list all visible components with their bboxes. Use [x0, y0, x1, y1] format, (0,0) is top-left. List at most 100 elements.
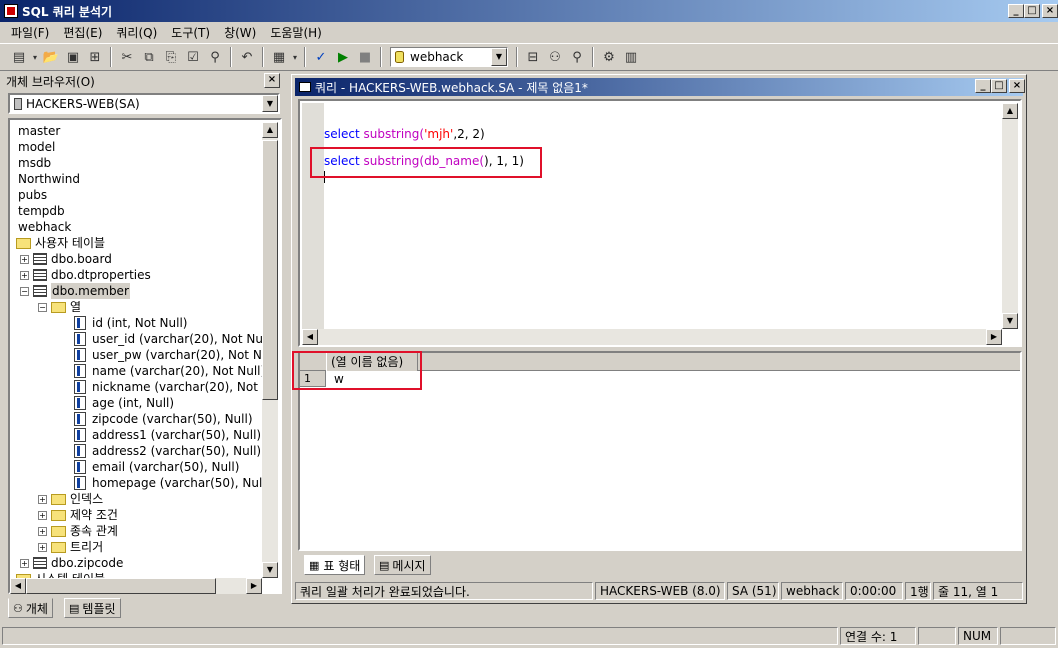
expand-icon[interactable]: + [20, 270, 29, 280]
tree-db-northwind[interactable]: Northwind [18, 171, 80, 187]
expand-icon[interactable]: + [20, 254, 29, 264]
save-icon[interactable]: ▣ [62, 46, 84, 68]
scroll-right-icon[interactable]: ▶ [986, 329, 1002, 345]
results-dropdown-icon[interactable]: ▾ [290, 46, 300, 68]
tree-column-item[interactable]: email (varchar(50), Null) [74, 459, 239, 475]
tree-vertical-scrollbar[interactable]: ▲ ▼ [262, 122, 278, 578]
tree-column-item[interactable]: user_pw (varchar(20), Not Nu [74, 347, 269, 363]
window-controls: _ □ × [1008, 4, 1058, 18]
editor-vertical-scrollbar[interactable]: ▲ ▼ [1002, 103, 1018, 329]
tree-table-zipcode[interactable]: + dbo.zipcode [20, 555, 123, 571]
scroll-thumb[interactable] [262, 140, 278, 400]
clear-window-icon[interactable]: ☑ [182, 46, 204, 68]
maximize-button[interactable]: □ [991, 79, 1007, 93]
paste-icon[interactable]: ⎘ [160, 46, 182, 68]
new-query-icon[interactable]: ▤ [8, 46, 30, 68]
tree-label: dbo.zipcode [51, 556, 124, 570]
database-select[interactable]: webhack ▼ [390, 47, 508, 67]
object-search-icon[interactable]: ⚲ [566, 46, 588, 68]
stop-icon[interactable]: ■ [354, 46, 376, 68]
tree-label: name (varchar(20), Not Null) [92, 364, 266, 378]
expand-icon[interactable]: + [38, 526, 47, 536]
tree-db-pubs[interactable]: pubs [18, 187, 47, 203]
table-icon [33, 269, 47, 281]
expand-icon[interactable]: + [38, 510, 47, 520]
tab-objects[interactable]: ⚇ 개체 [8, 598, 53, 618]
object-browser-icon[interactable]: ⚇ [544, 46, 566, 68]
scroll-left-icon[interactable]: ◀ [302, 329, 318, 345]
status-time: 0:00:00 [845, 582, 903, 600]
menu-file[interactable]: 파일(F) [4, 24, 56, 41]
tree-column-item[interactable]: homepage (varchar(50), Null) [74, 475, 270, 491]
tree-db-webhack[interactable]: webhack [18, 219, 71, 235]
tree-columns-folder[interactable]: − 열 [38, 299, 81, 315]
execute-icon[interactable]: ▶ [332, 46, 354, 68]
expand-icon[interactable]: + [38, 494, 47, 504]
tree-table-dtproperties[interactable]: + dbo.dtproperties [20, 267, 151, 283]
menu-edit[interactable]: 편집(E) [56, 24, 109, 41]
parse-icon[interactable]: ✓ [310, 46, 332, 68]
close-icon[interactable]: × [264, 73, 280, 88]
close-button[interactable]: × [1042, 4, 1058, 18]
collapse-icon[interactable]: − [20, 286, 29, 296]
tree-db-msdb[interactable]: msdb [18, 155, 51, 171]
cut-icon[interactable]: ✂ [116, 46, 138, 68]
insert-template-icon[interactable]: ⊞ [84, 46, 106, 68]
tree-triggers-folder[interactable]: + 트리거 [38, 539, 103, 555]
tree-db-master[interactable]: master [18, 123, 60, 139]
scroll-right-icon[interactable]: ▶ [246, 578, 262, 594]
options-icon[interactable]: ⚙ [598, 46, 620, 68]
tree-horizontal-scrollbar[interactable]: ◀ ▶ [10, 578, 262, 594]
results-mode-icon[interactable]: ▦ [268, 46, 290, 68]
minimize-button[interactable]: _ [1008, 4, 1024, 18]
tree-column-item[interactable]: name (varchar(20), Not Null) [74, 363, 265, 379]
close-button[interactable]: × [1009, 79, 1025, 93]
open-icon[interactable]: 📂 [40, 46, 62, 68]
tree-column-item[interactable]: age (int, Null) [74, 395, 174, 411]
scroll-up-icon[interactable]: ▲ [262, 122, 278, 138]
sql-editor[interactable]: select substring('mjh',2, 2) select subs… [298, 99, 1022, 347]
tree-db-model[interactable]: model [18, 139, 55, 155]
tab-messages[interactable]: ▤ 메시지 [374, 555, 431, 575]
tree-table-board[interactable]: + dbo.board [20, 251, 112, 267]
expand-icon[interactable]: + [38, 542, 47, 552]
tab-grid[interactable]: ▦ 표 형태 [304, 555, 366, 575]
expand-icon[interactable]: + [20, 558, 29, 568]
minimize-button[interactable]: _ [975, 79, 991, 93]
tree-indexes-folder[interactable]: + 인덱스 [38, 491, 103, 507]
tree-db-tempdb[interactable]: tempdb [18, 203, 65, 219]
tree-dependencies-folder[interactable]: + 종속 관계 [38, 523, 118, 539]
new-dropdown-icon[interactable]: ▾ [30, 46, 40, 68]
tab-templates[interactable]: ▤ 템플릿 [64, 598, 121, 618]
copy-icon[interactable]: ⧉ [138, 46, 160, 68]
tree-column-item[interactable]: user_id (varchar(20), Not Null [74, 331, 270, 347]
server-select[interactable]: HACKERS-WEB(SA) ▼ [8, 93, 280, 114]
menu-help[interactable]: 도움말(H) [263, 24, 329, 41]
scroll-down-icon[interactable]: ▼ [1002, 313, 1018, 329]
undo-icon[interactable]: ↶ [236, 46, 258, 68]
tree-column-item[interactable]: nickname (varchar(20), Not N [74, 379, 271, 395]
tree-column-item[interactable]: zipcode (varchar(50), Null) [74, 411, 253, 427]
editor-horizontal-scrollbar[interactable]: ◀ ▶ [302, 329, 1002, 345]
tree-column-item[interactable]: id (int, Not Null) [74, 315, 188, 331]
tree-column-item[interactable]: address1 (varchar(50), Null) [74, 427, 261, 443]
show-plan-icon[interactable]: ⊟ [522, 46, 544, 68]
chevron-down-icon[interactable]: ▼ [262, 95, 278, 112]
tree-constraints-folder[interactable]: + 제약 조건 [38, 507, 118, 523]
menu-window[interactable]: 창(W) [217, 24, 263, 41]
scroll-up-icon[interactable]: ▲ [1002, 103, 1018, 119]
collapse-icon[interactable]: − [38, 302, 47, 312]
tree-column-item[interactable]: address2 (varchar(50), Null) [74, 443, 261, 459]
menu-tools[interactable]: 도구(T) [164, 24, 217, 41]
chevron-down-icon[interactable]: ▼ [491, 48, 507, 66]
tree-user-tables[interactable]: 사용자 테이블 [16, 235, 105, 251]
menu-query[interactable]: 쿼리(Q) [109, 24, 164, 41]
scroll-left-icon[interactable]: ◀ [10, 578, 26, 594]
tree-table-member[interactable]: − dbo.member [20, 283, 130, 299]
query-status-bar: 쿼리 일괄 처리가 완료되었습니다. HACKERS-WEB (8.0) SA … [295, 581, 1025, 601]
scroll-down-icon[interactable]: ▼ [262, 562, 278, 578]
maximize-button[interactable]: □ [1024, 4, 1040, 18]
find-icon[interactable]: ⚲ [204, 46, 226, 68]
scroll-thumb[interactable] [26, 578, 216, 594]
results-pane-icon[interactable]: ▥ [620, 46, 642, 68]
